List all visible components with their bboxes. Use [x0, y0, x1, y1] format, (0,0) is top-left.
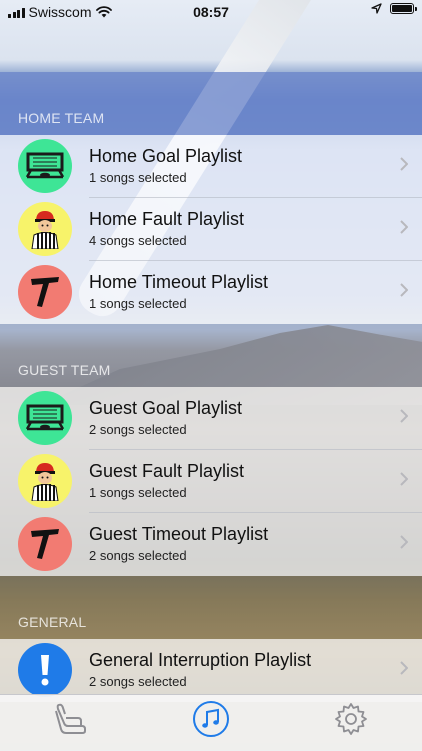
row-subtitle: 2 songs selected — [89, 674, 187, 689]
row-subtitle: 2 songs selected — [89, 422, 187, 437]
seat-icon — [55, 703, 86, 734]
hockey-goal-icon — [18, 391, 72, 445]
row-subtitle: 1 songs selected — [89, 170, 187, 185]
row-guest-goal-playlist[interactable]: Guest Goal Playlist 2 songs selected — [0, 387, 422, 450]
location-arrow-icon — [371, 3, 382, 14]
tab-bar — [0, 694, 422, 751]
chevron-right-icon — [400, 283, 408, 297]
hockey-goal-icon — [18, 139, 72, 193]
row-general-interruption-playlist[interactable]: General Interruption Playlist 2 songs se… — [0, 639, 422, 702]
referee-icon — [18, 202, 72, 256]
section-label: HOME TEAM — [18, 110, 105, 126]
status-time: 08:57 — [193, 4, 229, 20]
battery-icon — [390, 3, 417, 14]
status-bar: Swisscom 08:57 — [0, 0, 422, 24]
row-subtitle: 4 songs selected — [89, 233, 187, 248]
row-title: Guest Timeout Playlist — [89, 524, 269, 544]
chevron-right-icon — [400, 472, 408, 486]
row-guest-timeout-playlist[interactable]: Guest Timeout Playlist 2 songs selected — [0, 513, 422, 576]
chevron-right-icon — [400, 220, 408, 234]
row-title: Guest Fault Playlist — [89, 461, 245, 481]
chevron-right-icon — [400, 661, 408, 675]
referee-icon — [18, 454, 72, 508]
timeout-icon — [18, 265, 72, 319]
timeout-icon — [18, 517, 72, 571]
row-home-timeout-playlist[interactable]: Home Timeout Playlist 1 songs selected — [0, 261, 422, 324]
row-title: Home Timeout Playlist — [89, 272, 269, 292]
row-title: Home Goal Playlist — [89, 146, 243, 166]
chevron-right-icon — [400, 535, 408, 549]
row-subtitle: 1 songs selected — [89, 485, 187, 500]
section-header-home-team: HOME TEAM — [0, 72, 422, 135]
tab-music[interactable] — [191, 699, 231, 739]
section-label: GUEST TEAM — [18, 362, 111, 378]
section-header-guest-team: GUEST TEAM — [0, 324, 422, 387]
row-home-fault-playlist[interactable]: Home Fault Playlist 4 songs selected — [0, 198, 422, 261]
chevron-right-icon — [400, 157, 408, 171]
row-guest-fault-playlist[interactable]: Guest Fault Playlist 1 songs selected — [0, 450, 422, 513]
exclamation-icon — [18, 643, 72, 697]
status-right — [371, 3, 417, 14]
row-home-goal-playlist[interactable]: Home Goal Playlist 1 songs selected — [0, 135, 422, 198]
chevron-right-icon — [400, 409, 408, 423]
row-subtitle: 2 songs selected — [89, 548, 187, 563]
section-label: GENERAL — [18, 614, 87, 630]
row-title: Home Fault Playlist — [89, 209, 245, 229]
gear-icon — [335, 703, 367, 735]
tab-seat[interactable] — [51, 699, 91, 739]
row-title: General Interruption Playlist — [89, 650, 312, 670]
tab-settings[interactable] — [331, 699, 371, 739]
section-header-general: GENERAL — [0, 576, 422, 639]
music-note-icon — [193, 701, 229, 737]
row-title: Guest Goal Playlist — [89, 398, 243, 418]
row-subtitle: 1 songs selected — [89, 296, 187, 311]
